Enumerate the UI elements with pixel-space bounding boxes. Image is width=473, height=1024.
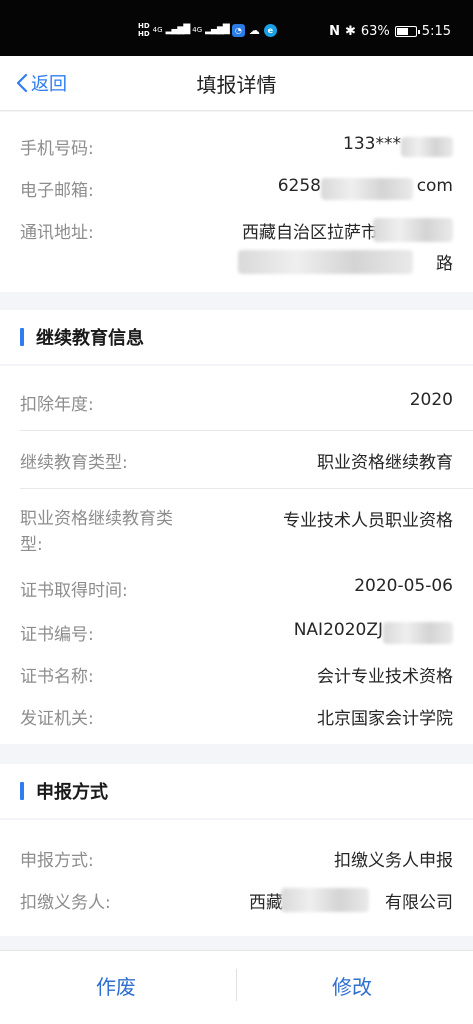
education-type-row: 继续教育类型: 职业资格继续教育	[20, 448, 453, 473]
nav-bar: 返回 填报详情	[0, 56, 473, 111]
bottom-action-bar: 作废 修改	[0, 950, 473, 1024]
email-label: 电子邮箱:	[20, 181, 94, 201]
cert-date-label: 证书取得时间:	[20, 581, 128, 601]
signal-icon-2: ▂▄▆█	[205, 24, 230, 35]
status-icons-left: HD HD 4G ▂▄▆█ 4G ▂▄▆█ ◔ ☁ e	[138, 22, 277, 38]
cert-name-row: 证书名称: 会计专业技术资格	[20, 662, 453, 687]
status-icons-right: N ✱ 63% 5:15	[329, 24, 451, 39]
address-tail: 路	[436, 254, 453, 274]
subtype-label: 职业资格继续教育类 型:	[20, 509, 173, 555]
section-accent-bar	[20, 782, 24, 800]
browser-notification-icon: e	[263, 23, 277, 37]
redaction-mosaic	[401, 137, 453, 157]
type-label: 继续教育类型:	[20, 453, 128, 473]
hd-indicator: HD HD	[138, 22, 150, 38]
edit-button[interactable]: 修改	[332, 971, 372, 1000]
network-type: 4G	[152, 25, 163, 34]
redaction-mosaic	[383, 622, 453, 644]
address-label: 通讯地址:	[20, 223, 94, 243]
divider	[20, 488, 473, 489]
clock: 5:15	[421, 24, 451, 39]
email-prefix: 6258	[277, 176, 321, 196]
education-card: 扣除年度: 2020 继续教育类型: 职业资格继续教育 职业资格继续教育类 型:…	[0, 366, 473, 744]
status-bar: HD HD 4G ▂▄▆█ 4G ▂▄▆█ ◔ ☁ e N ✱ 63% 5:15	[0, 0, 473, 56]
address-row: 通讯地址: 西藏自治区拉萨市 路	[20, 218, 453, 278]
cert-number-row: 证书编号: NAI2020ZJ	[20, 620, 453, 645]
qualification-type-row: 职业资格继续教育类 型: 专业技术人员职业资格	[20, 506, 453, 556]
signal-icon: ▂▄▆█	[165, 24, 191, 35]
agent-suffix: 有限公司	[385, 893, 453, 913]
battery-icon	[394, 26, 420, 37]
address-value: 西藏自治区拉萨市	[242, 223, 378, 243]
cert-number-label: 证书编号:	[20, 625, 94, 645]
cert-date-value: 2020-05-06	[354, 576, 453, 596]
section-accent-bar	[20, 328, 24, 346]
agent-label: 扣缴义务人:	[20, 893, 111, 913]
redaction-mosaic	[373, 218, 453, 242]
year-label: 扣除年度:	[20, 395, 94, 415]
issuer-row: 发证机关: 北京国家会计学院	[20, 704, 453, 729]
wechat-icon: ☁	[248, 23, 260, 37]
email-row: 电子邮箱: 6258 com	[20, 176, 453, 201]
method-label: 申报方式:	[20, 851, 94, 871]
redaction-mosaic	[321, 178, 413, 200]
cert-name-label: 证书名称:	[20, 667, 94, 687]
void-button[interactable]: 作废	[96, 971, 136, 1000]
redaction-mosaic	[238, 250, 413, 274]
cert-number-value: NAI2020ZJ	[293, 620, 383, 640]
filing-method-row: 申报方式: 扣缴义务人申报	[20, 846, 453, 871]
filing-section-header: 申报方式	[0, 764, 473, 818]
section-title: 申报方式	[36, 782, 108, 803]
divider	[236, 969, 237, 1001]
phone-value: 133***	[343, 134, 401, 154]
bluetooth-icon: ✱	[344, 24, 356, 39]
year-value: 2020	[409, 390, 453, 410]
contact-card: 手机号码: 133*** 电子邮箱: 6258 com 通讯地址: 西藏自治区拉…	[0, 112, 473, 292]
battery-percent: 63%	[360, 24, 390, 39]
agent-prefix: 西藏	[249, 893, 283, 913]
section-title: 继续教育信息	[36, 328, 144, 349]
cert-name-value: 会计专业技术资格	[317, 667, 453, 687]
filing-card: 申报方式: 扣缴义务人申报 扣缴义务人: 西藏 有限公司	[0, 820, 473, 936]
issuer-value: 北京国家会计学院	[317, 709, 453, 729]
email-suffix: com	[416, 176, 453, 196]
nfc-icon: N	[329, 24, 340, 39]
deduction-year-row: 扣除年度: 2020	[20, 390, 453, 415]
network-type-2: 4G	[192, 25, 203, 34]
divider	[20, 430, 473, 431]
app-notification-icon: ◔	[231, 23, 245, 37]
battery-level	[396, 28, 408, 35]
method-value: 扣缴义务人申报	[334, 851, 453, 871]
withholding-agent-row: 扣缴义务人: 西藏 有限公司	[20, 888, 453, 913]
subtype-value: 专业技术人员职业资格	[283, 511, 453, 531]
education-section-header: 继续教育信息	[0, 310, 473, 364]
cert-date-row: 证书取得时间: 2020-05-06	[20, 576, 453, 601]
type-value: 职业资格继续教育	[317, 453, 453, 473]
phone-row: 手机号码: 133***	[20, 134, 453, 159]
issuer-label: 发证机关:	[20, 709, 94, 729]
phone-label: 手机号码:	[20, 139, 94, 159]
page-title: 填报详情	[196, 73, 277, 97]
redaction-mosaic	[281, 888, 369, 912]
